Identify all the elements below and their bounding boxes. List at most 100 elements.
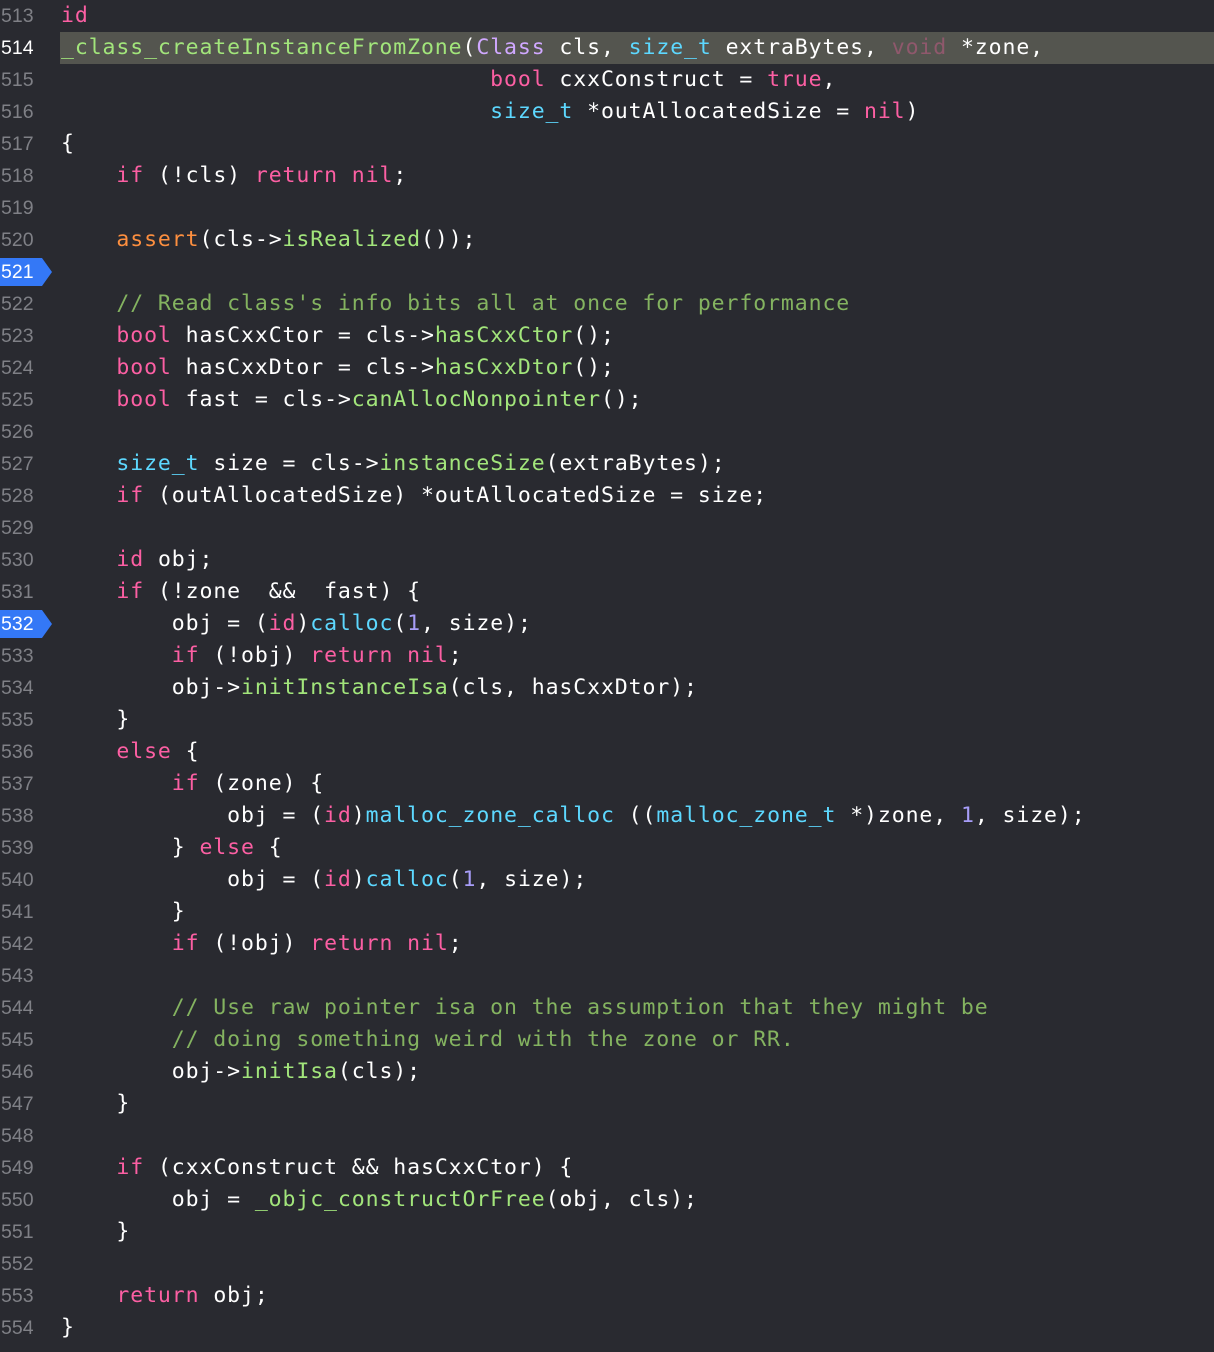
code-line[interactable]: 529 bbox=[0, 512, 1214, 544]
code-line[interactable]: 526 bbox=[0, 416, 1214, 448]
code-line[interactable]: 519 bbox=[0, 192, 1214, 224]
code-line[interactable]: 534 obj->initInstanceIsa(cls, hasCxxDtor… bbox=[0, 672, 1214, 704]
line-number[interactable]: 553 bbox=[0, 1280, 36, 1312]
line-number[interactable]: 515 bbox=[0, 64, 36, 96]
code-line[interactable]: 553 return obj; bbox=[0, 1280, 1214, 1312]
code-line[interactable]: 525 bool fast = cls->canAllocNonpointer(… bbox=[0, 384, 1214, 416]
code-text[interactable]: size_t *outAllocatedSize = nil) bbox=[60, 96, 1214, 128]
code-text[interactable]: bool fast = cls->canAllocNonpointer(); bbox=[60, 384, 1214, 416]
line-number[interactable]: 533 bbox=[0, 640, 36, 672]
code-line[interactable]: 515 bool cxxConstruct = true, bbox=[0, 64, 1214, 96]
code-text[interactable] bbox=[60, 1120, 1214, 1152]
line-number[interactable]: 537 bbox=[0, 768, 36, 800]
code-line[interactable]: 547 } bbox=[0, 1088, 1214, 1120]
code-line[interactable]: 532 obj = (id)calloc(1, size); bbox=[0, 608, 1214, 640]
code-text[interactable]: bool hasCxxDtor = cls->hasCxxDtor(); bbox=[60, 352, 1214, 384]
line-number[interactable]: 550 bbox=[0, 1184, 36, 1216]
code-text[interactable]: obj->initIsa(cls); bbox=[60, 1056, 1214, 1088]
code-text[interactable]: obj = (id)malloc_zone_calloc ((malloc_zo… bbox=[60, 800, 1214, 832]
code-text[interactable]: obj->initInstanceIsa(cls, hasCxxDtor); bbox=[60, 672, 1214, 704]
line-number[interactable]: 542 bbox=[0, 928, 36, 960]
code-text[interactable]: } bbox=[60, 896, 1214, 928]
code-text[interactable]: if (zone) { bbox=[60, 768, 1214, 800]
code-line[interactable]: 546 obj->initIsa(cls); bbox=[0, 1056, 1214, 1088]
code-text[interactable] bbox=[60, 416, 1214, 448]
code-line[interactable]: 552 bbox=[0, 1248, 1214, 1280]
line-number[interactable]: 514 bbox=[0, 32, 36, 64]
line-number[interactable]: 527 bbox=[0, 448, 36, 480]
line-number[interactable]: 540 bbox=[0, 864, 36, 896]
code-text[interactable]: if (outAllocatedSize) *outAllocatedSize … bbox=[60, 480, 1214, 512]
code-text[interactable]: _class_createInstanceFromZone(Class cls,… bbox=[60, 32, 1214, 64]
code-line[interactable]: 551 } bbox=[0, 1216, 1214, 1248]
line-number[interactable]: 528 bbox=[0, 480, 36, 512]
line-number[interactable]: 554 bbox=[0, 1312, 36, 1344]
line-number[interactable]: 529 bbox=[0, 512, 36, 544]
code-line[interactable]: 527 size_t size = cls->instanceSize(extr… bbox=[0, 448, 1214, 480]
code-line[interactable]: 523 bool hasCxxCtor = cls->hasCxxCtor(); bbox=[0, 320, 1214, 352]
code-line[interactable]: 545 // doing something weird with the zo… bbox=[0, 1024, 1214, 1056]
code-text[interactable]: bool cxxConstruct = true, bbox=[60, 64, 1214, 96]
code-line[interactable]: 528 if (outAllocatedSize) *outAllocatedS… bbox=[0, 480, 1214, 512]
code-line[interactable]: 518 if (!cls) return nil; bbox=[0, 160, 1214, 192]
breakpoint-marker[interactable]: 521 bbox=[0, 258, 52, 286]
code-text[interactable]: } bbox=[60, 1216, 1214, 1248]
code-text[interactable] bbox=[60, 192, 1214, 224]
code-text[interactable]: // Use raw pointer isa on the assumption… bbox=[60, 992, 1214, 1024]
code-line[interactable]: 521 bbox=[0, 256, 1214, 288]
line-number[interactable]: 546 bbox=[0, 1056, 36, 1088]
code-line[interactable]: 537 if (zone) { bbox=[0, 768, 1214, 800]
code-text[interactable]: if (cxxConstruct && hasCxxCtor) { bbox=[60, 1152, 1214, 1184]
code-line[interactable]: 548 bbox=[0, 1120, 1214, 1152]
code-line[interactable]: 520 assert(cls->isRealized()); bbox=[0, 224, 1214, 256]
line-number[interactable]: 526 bbox=[0, 416, 36, 448]
code-line[interactable]: 513 id bbox=[0, 0, 1214, 32]
code-text[interactable] bbox=[60, 1248, 1214, 1280]
line-number[interactable]: 518 bbox=[0, 160, 36, 192]
code-line[interactable]: 539 } else { bbox=[0, 832, 1214, 864]
code-line[interactable]: 549 if (cxxConstruct && hasCxxCtor) { bbox=[0, 1152, 1214, 1184]
code-text[interactable]: // Read class's info bits all at once fo… bbox=[60, 288, 1214, 320]
code-line[interactable]: 550 obj = _objc_constructOrFree(obj, cls… bbox=[0, 1184, 1214, 1216]
code-text[interactable]: if (!obj) return nil; bbox=[60, 640, 1214, 672]
code-line[interactable]: 540 obj = (id)calloc(1, size); bbox=[0, 864, 1214, 896]
code-line[interactable]: 544 // Use raw pointer isa on the assump… bbox=[0, 992, 1214, 1024]
code-text[interactable]: return obj; bbox=[60, 1280, 1214, 1312]
code-line[interactable]: 514 _class_createInstanceFromZone(Class c… bbox=[0, 32, 1214, 64]
code-text[interactable]: } bbox=[60, 1088, 1214, 1120]
line-number[interactable]: 519 bbox=[0, 192, 36, 224]
code-text[interactable]: assert(cls->isRealized()); bbox=[60, 224, 1214, 256]
code-line[interactable]: 533 if (!obj) return nil; bbox=[0, 640, 1214, 672]
line-number[interactable]: 522 bbox=[0, 288, 36, 320]
code-text[interactable]: obj = (id)calloc(1, size); bbox=[60, 608, 1214, 640]
code-text[interactable]: if (!zone && fast) { bbox=[60, 576, 1214, 608]
code-text[interactable]: } bbox=[60, 704, 1214, 736]
code-text[interactable]: id obj; bbox=[60, 544, 1214, 576]
code-line[interactable]: 524 bool hasCxxDtor = cls->hasCxxDtor(); bbox=[0, 352, 1214, 384]
code-text[interactable]: obj = (id)calloc(1, size); bbox=[60, 864, 1214, 896]
line-number[interactable]: 543 bbox=[0, 960, 36, 992]
line-number[interactable]: 541 bbox=[0, 896, 36, 928]
line-number[interactable]: 535 bbox=[0, 704, 36, 736]
code-text[interactable] bbox=[60, 256, 1214, 288]
line-number[interactable]: 524 bbox=[0, 352, 36, 384]
line-number[interactable]: 534 bbox=[0, 672, 36, 704]
code-line[interactable]: 516 size_t *outAllocatedSize = nil) bbox=[0, 96, 1214, 128]
line-number[interactable]: 513 bbox=[0, 0, 36, 32]
code-text[interactable]: if (!cls) return nil; bbox=[60, 160, 1214, 192]
code-text[interactable]: { bbox=[60, 128, 1214, 160]
line-number[interactable]: 525 bbox=[0, 384, 36, 416]
line-number[interactable]: 531 bbox=[0, 576, 36, 608]
code-line[interactable]: 517 { bbox=[0, 128, 1214, 160]
line-number[interactable]: 520 bbox=[0, 224, 36, 256]
code-text[interactable]: obj = _objc_constructOrFree(obj, cls); bbox=[60, 1184, 1214, 1216]
code-text[interactable]: if (!obj) return nil; bbox=[60, 928, 1214, 960]
code-line[interactable]: 541 } bbox=[0, 896, 1214, 928]
code-text[interactable]: else { bbox=[60, 736, 1214, 768]
code-line[interactable]: 543 bbox=[0, 960, 1214, 992]
line-number[interactable]: 517 bbox=[0, 128, 36, 160]
code-line[interactable]: 554} bbox=[0, 1312, 1214, 1344]
line-number[interactable]: 516 bbox=[0, 96, 36, 128]
code-line[interactable]: 522 // Read class's info bits all at onc… bbox=[0, 288, 1214, 320]
line-number[interactable]: 544 bbox=[0, 992, 36, 1024]
